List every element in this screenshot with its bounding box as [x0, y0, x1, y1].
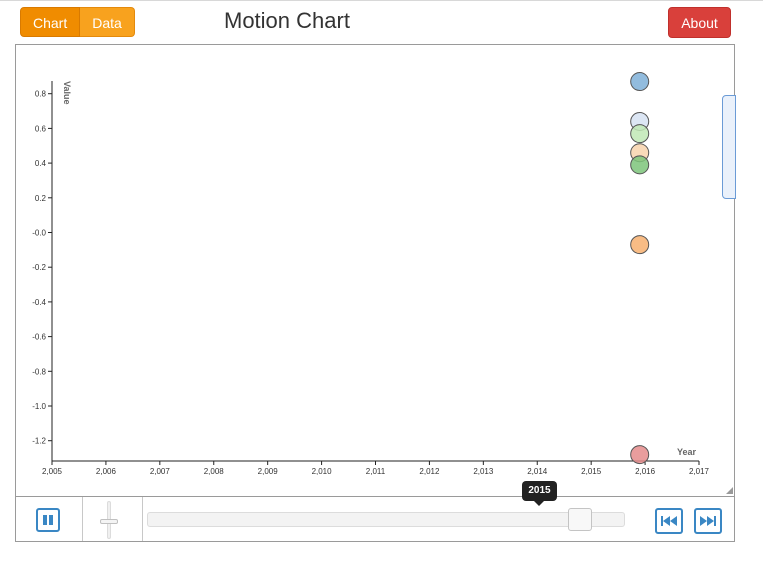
y-tick-label: -0.0 [32, 229, 46, 238]
data-point[interactable] [630, 155, 650, 175]
pause-icon-bar-right [49, 515, 53, 525]
chart-panel: 0.8 0.6 0.4 0.2 -0.0 -0.2 -0.4 -0.6 -0.8 -1.0 -1.2… [15, 44, 735, 497]
year-tooltip: 2015 [522, 481, 557, 501]
x-tick-label: 2,015 [581, 467, 602, 476]
x-tick-label: 2,016 [635, 467, 656, 476]
y-tick-label: -0.2 [32, 263, 46, 272]
skip-back-icon [661, 516, 677, 526]
y-tick-label: 0.4 [35, 159, 47, 168]
y-axis-title: Value [62, 81, 72, 105]
data-point[interactable] [630, 235, 650, 255]
speed-slider-knob[interactable] [100, 519, 118, 524]
data-point[interactable] [630, 124, 650, 144]
year-slider-handle[interactable] [568, 508, 592, 531]
y-tick-label: -1.0 [32, 402, 46, 411]
top-border [0, 0, 763, 1]
y-tick-label: 0.2 [35, 194, 47, 203]
data-point[interactable] [630, 72, 650, 92]
skip-forward-icon [700, 516, 716, 526]
divider [142, 497, 143, 541]
x-tick-label: 2,012 [419, 467, 440, 476]
playback-controls [15, 496, 735, 542]
pause-icon-bar-left [43, 515, 47, 525]
x-tick-label: 2,005 [42, 467, 63, 476]
y-tick-label: 0.8 [35, 90, 47, 99]
y-tick-label: 0.6 [35, 124, 47, 133]
pause-button[interactable] [36, 508, 60, 532]
x-tick-label: 2,008 [204, 467, 225, 476]
side-panel-tab[interactable] [722, 95, 736, 199]
page-title: Motion Chart [224, 8, 350, 33]
x-tick-label: 2,014 [527, 467, 548, 476]
x-tick-label: 2,013 [473, 467, 494, 476]
x-tick-label: 2,007 [150, 467, 171, 476]
data-point[interactable] [630, 445, 650, 465]
previous-button[interactable] [655, 508, 683, 534]
divider [82, 497, 83, 541]
y-tick-label: -0.4 [32, 298, 46, 307]
speed-slider[interactable] [98, 501, 120, 539]
resize-grip-icon[interactable] [726, 487, 733, 494]
x-tick-label: 2,011 [366, 467, 386, 476]
y-tick-label: -0.6 [32, 333, 46, 342]
next-button[interactable] [694, 508, 722, 534]
x-tick-label: 2,017 [689, 467, 710, 476]
tab-data[interactable]: Data [80, 7, 135, 37]
year-tooltip-arrow [534, 501, 544, 506]
about-button[interactable]: About [668, 7, 731, 38]
year-slider-track[interactable] [147, 512, 625, 527]
x-tick-label: 2,010 [312, 467, 333, 476]
x-axis-title: Year [677, 447, 697, 457]
x-tick-label: 2,009 [258, 467, 279, 476]
motion-chart-svg: 0.8 0.6 0.4 0.2 -0.0 -0.2 -0.4 -0.6 -0.8 -1.0 -1.2… [32, 72, 710, 476]
y-tick-label: -1.2 [32, 437, 46, 446]
y-tick-label: -0.8 [32, 367, 46, 376]
x-tick-label: 2,006 [96, 467, 117, 476]
view-toggle: Chart Data [20, 7, 135, 37]
tab-chart[interactable]: Chart [20, 7, 81, 37]
